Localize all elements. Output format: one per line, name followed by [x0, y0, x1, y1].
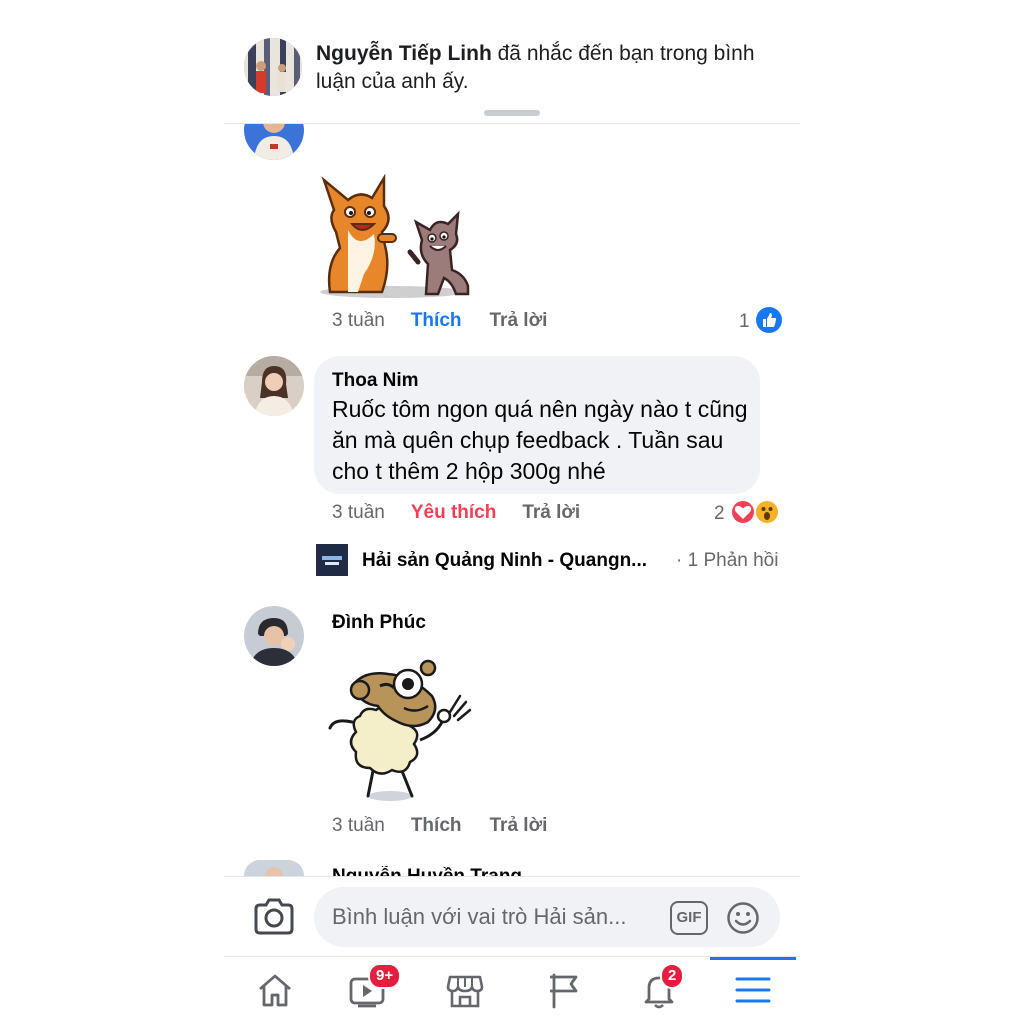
tab-pages[interactable] — [536, 967, 592, 1015]
active-tab-indicator — [710, 957, 796, 960]
like-button[interactable]: Thích — [411, 815, 462, 837]
phone-screen: Nguyễn Tiếp Linh đã nhắc đến bạn trong b… — [224, 0, 800, 1024]
notification-actor: Nguyễn Tiếp Linh — [316, 42, 492, 65]
comment-time: 3 tuần — [332, 502, 385, 523]
reply-button[interactable]: Trả lời — [490, 815, 548, 837]
love-button[interactable]: Yêu thích — [411, 502, 497, 524]
wow-reaction-icon[interactable] — [754, 499, 780, 525]
love-reaction-icon[interactable] — [730, 499, 756, 525]
page-avatar[interactable] — [314, 542, 350, 578]
tab-home[interactable] — [246, 967, 302, 1015]
comment-input[interactable]: Bình luận với vai trò Hải sản... GIF — [314, 887, 780, 947]
flag-icon — [550, 973, 578, 1009]
camera-icon[interactable] — [252, 897, 296, 937]
like-button[interactable]: Thích — [411, 310, 462, 332]
comment-input-placeholder: Bình luận với vai trò Hải sản... — [332, 904, 627, 929]
home-icon — [259, 974, 291, 1007]
mention-notification-banner[interactable]: Nguyễn Tiếp Linh đã nhắc đến bạn trong b… — [224, 0, 800, 124]
comment-actions: 3 tuần Yêu thích Trả lời — [332, 502, 580, 524]
gif-button[interactable]: GIF — [670, 901, 708, 935]
notifications-badge: 2 — [660, 963, 685, 989]
comment-actions: 3 tuần Thích Trả lời — [332, 310, 547, 332]
store-icon — [446, 975, 484, 1008]
bottom-tab-bar: 9+ 2 — [224, 956, 800, 1024]
commenter-avatar[interactable] — [244, 606, 304, 666]
sheep-ok-sticker — [324, 656, 484, 802]
comment-actions: 3 tuần Thích Trả lời — [332, 815, 547, 837]
notification-avatar — [244, 38, 302, 96]
comment-composer: Bình luận với vai trò Hải sản... GIF — [224, 876, 800, 956]
comment-author[interactable]: Thoa Nim — [332, 370, 419, 392]
notification-text: Nguyễn Tiếp Linh đã nhắc đến bạn trong b… — [316, 40, 786, 96]
tab-menu[interactable] — [724, 967, 780, 1015]
reply-preview[interactable]: Hải sản Quảng Ninh - Quangn... · 1 Phản … — [314, 542, 784, 582]
commenter-avatar[interactable] — [244, 356, 304, 416]
menu-icon — [735, 977, 771, 1003]
reply-button[interactable]: Trả lời — [490, 310, 548, 332]
emoji-icon[interactable] — [726, 901, 760, 935]
like-reaction-icon[interactable] — [756, 307, 782, 333]
tab-notifications[interactable]: 2 — [630, 963, 686, 1015]
tab-marketplace[interactable] — [436, 967, 492, 1015]
corgi-and-dog-sticker — [318, 173, 478, 300]
comment-author[interactable]: Đình Phúc — [332, 612, 426, 634]
watch-badge: 9+ — [368, 963, 402, 989]
comment-bubble[interactable]: Thoa Nim Ruốc tôm ngon quá nên ngày nào … — [314, 356, 760, 494]
comment-text: Ruốc tôm ngon quá nên ngày nào t cũng ăn… — [332, 396, 748, 484]
comment-time: 3 tuần — [332, 310, 385, 331]
commenter-avatar[interactable] — [244, 860, 304, 876]
reply-count[interactable]: · 1 Phản hồi — [676, 550, 778, 572]
reaction-count[interactable]: 1 — [739, 311, 750, 333]
banner-drag-handle[interactable] — [484, 110, 540, 116]
comment-time: 3 tuần — [332, 815, 385, 836]
reply-author[interactable]: Hải sản Quảng Ninh - Quangn... — [362, 550, 647, 572]
reaction-count[interactable]: 2 — [714, 503, 725, 525]
tab-watch[interactable]: 9+ — [338, 963, 402, 1015]
reply-button[interactable]: Trả lời — [522, 502, 580, 524]
